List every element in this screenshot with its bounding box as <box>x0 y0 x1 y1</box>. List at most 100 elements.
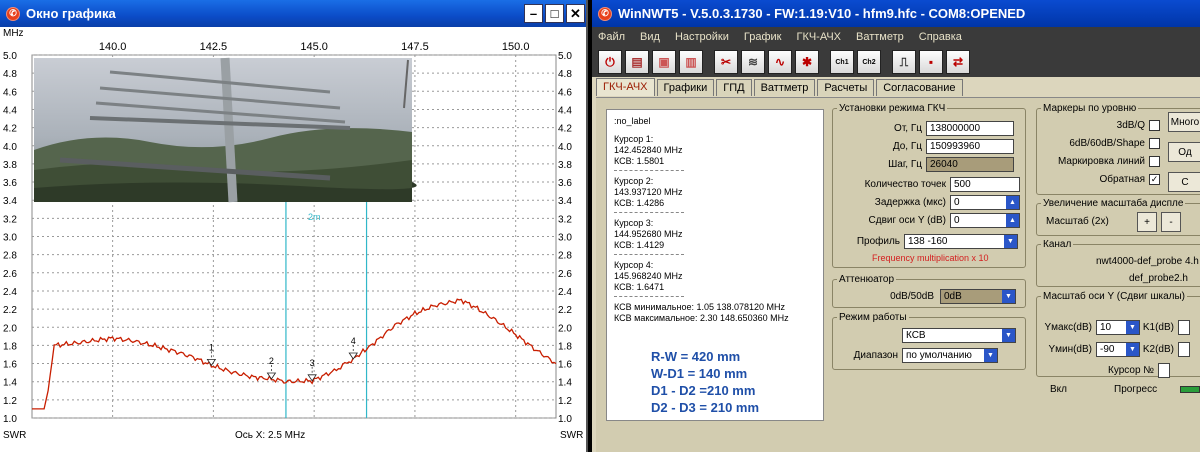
ymin-spinbox[interactable]: -90 ▼ <box>1096 342 1140 357</box>
attenuator-row: 0dB/50dB 0dB ▼ <box>836 289 1016 304</box>
image-save-icon[interactable]: ▥ <box>679 50 703 74</box>
k1-input[interactable] <box>1178 320 1190 335</box>
yshift-spinbox[interactable]: 0 ▲ <box>950 213 1020 228</box>
ymax-spinbox[interactable]: 10 ▼ <box>1096 320 1140 335</box>
range-label: Диапазон <box>853 350 898 361</box>
app-titlebar[interactable]: ✆ WinNWT5 - V.5.0.3.1730 - FW:1.19:V10 -… <box>592 0 1200 27</box>
points-input[interactable]: 500 <box>950 177 1020 192</box>
dimension-line: D1 - D2 =210 mm <box>651 383 756 398</box>
marker-checkbox[interactable] <box>1149 138 1160 149</box>
info-line: КСВ: 1.6471 <box>614 282 665 292</box>
info-line: 144.952680 MHz <box>614 229 683 239</box>
chevron-down-icon[interactable]: ▼ <box>984 349 997 362</box>
sweep-icon[interactable]: ∿ <box>768 50 792 74</box>
y-tick-left: 5.0 <box>3 51 17 62</box>
y-tick-left: 4.4 <box>3 105 17 116</box>
marker-icon[interactable]: ⎍ <box>892 50 916 74</box>
cursor-info-panel[interactable]: :no_label Курсор 1: 142.452840 MHz КСВ: 1.5… <box>606 109 824 421</box>
step-row: Шаг, Гц 26040 <box>836 157 1014 172</box>
k2-input[interactable] <box>1178 342 1190 357</box>
clear-markers-button[interactable]: С <box>1168 172 1200 192</box>
chevron-down-icon[interactable]: ▼ <box>1004 235 1017 248</box>
to-input[interactable]: 150993960 <box>926 139 1014 154</box>
mode-select[interactable]: КСВ ▼ <box>902 328 1016 343</box>
print-icon[interactable]: ▤ <box>625 50 649 74</box>
zoom-out-button[interactable]: - <box>1161 212 1181 232</box>
cursor-number-input[interactable] <box>1158 363 1171 378</box>
x-tick-label: 142.5 <box>200 41 228 53</box>
tab[interactable]: ГКЧ-АЧХ <box>596 78 655 96</box>
delay-spinbox[interactable]: 0 ▲ <box>950 195 1020 210</box>
info-gap <box>614 127 816 134</box>
attenuator-select[interactable]: 0dB ▼ <box>940 289 1016 304</box>
chevron-down-icon[interactable]: ▼ <box>1002 329 1015 342</box>
image-icon[interactable]: ▣ <box>652 50 676 74</box>
attenuator-legend: Аттенюатор <box>839 274 895 285</box>
x-tick-label: 147.5 <box>401 41 429 53</box>
chevron-down-icon[interactable]: ▼ <box>1126 343 1139 356</box>
from-input[interactable]: 138000000 <box>926 121 1014 136</box>
graph-window: ✆ Окно графика – □ ✕ MHz 2m 1 2 3 4 5.0 … <box>0 0 588 452</box>
tab[interactable]: Расчеты <box>817 79 875 96</box>
marker-label: Маркировка линий <box>1057 156 1145 167</box>
desktop: ✆ Окно графика – □ ✕ MHz 2m 1 2 3 4 5.0 … <box>0 0 1200 452</box>
menu-item[interactable]: Справка <box>919 31 962 43</box>
y-tick-left: 1.0 <box>3 414 17 425</box>
profile-value: 138 -160 <box>908 236 948 247</box>
y-tick-right: 3.2 <box>558 214 572 225</box>
tab[interactable]: ГПД <box>716 79 752 96</box>
tab[interactable]: Ваттметр <box>753 79 816 96</box>
y-tick-left: 2.0 <box>3 323 17 334</box>
y-tick-right: 1.0 <box>558 414 572 425</box>
points-label: Количество точек <box>864 179 946 190</box>
marker-checkbox[interactable] <box>1149 120 1160 131</box>
range-select[interactable]: по умолчанию ▼ <box>902 348 998 363</box>
ch2-icon[interactable]: Ch2 <box>857 50 881 74</box>
dimension-line: W-D1 = 140 mm <box>651 366 748 381</box>
one-marker-button[interactable]: Од <box>1168 142 1200 162</box>
attenuator-value: 0dB <box>944 291 962 302</box>
winnwt-window: ✆ WinNWT5 - V.5.0.3.1730 - FW:1.19:V10 -… <box>592 0 1200 452</box>
menu-item[interactable]: Настройки <box>675 31 729 43</box>
menu-bar: Файл Вид Настройки График ГКЧ-АЧХ Ваттметр Спр… <box>592 27 1200 47</box>
tab[interactable]: Согласование <box>876 79 963 96</box>
zoom-in-button[interactable]: + <box>1137 212 1157 232</box>
menu-item[interactable]: Файл <box>598 31 625 43</box>
menu-item[interactable]: ГКЧ-АЧХ <box>796 31 841 43</box>
many-markers-button[interactable]: Много <box>1168 112 1200 132</box>
save-icon[interactable]: ▪ <box>919 50 943 74</box>
chevron-down-icon[interactable]: ▼ <box>1002 290 1015 303</box>
menu-item[interactable]: График <box>744 31 782 43</box>
menu-item[interactable]: Вид <box>640 31 660 43</box>
spin-icon[interactable]: ▲ <box>1006 196 1019 209</box>
y-tick-left: 4.2 <box>3 124 17 135</box>
chevron-down-icon[interactable]: ▼ <box>1126 321 1139 334</box>
step-label: Шаг, Гц <box>888 159 922 170</box>
power-icon[interactable]: ⏻ <box>598 50 622 74</box>
tools-icon[interactable]: ✱ <box>795 50 819 74</box>
ch1-icon[interactable]: Ch1 <box>830 50 854 74</box>
toolbar: ⏻ ▤ ▣ ▥ ✂ ≋ ∿ ✱ Ch1 Ch2 ⎍ ▪ ⇄ <box>592 47 1200 77</box>
y-right-axis-label: SWR <box>560 430 584 441</box>
spin-icon[interactable]: ▲ <box>1006 214 1019 227</box>
yshift-row: Сдвиг оси Y (dB) 0 ▲ <box>836 213 1020 228</box>
y-tick-left: 3.4 <box>3 196 17 207</box>
swap-icon[interactable]: ⇄ <box>946 50 970 74</box>
y-tick-right: 3.0 <box>558 233 572 244</box>
marker-checkbox[interactable] <box>1149 156 1160 167</box>
y-tick-right: 1.8 <box>558 341 572 352</box>
antenna-dimensions: R-W = 420 mm W-D1 = 140 mm D1 - D2 =210 mm… <box>651 348 759 416</box>
info-line: КСВ максимальное: 2.30 148.650360 MHz <box>614 313 789 323</box>
profile-select[interactable]: 138 -160 ▼ <box>904 234 1018 249</box>
tab[interactable]: Графики <box>656 79 715 96</box>
ymax-value: 10 <box>1100 322 1112 333</box>
menu-item[interactable]: Ваттметр <box>856 31 904 43</box>
tab-bar: ГКЧ-АЧХ Графики ГПД Ваттметр Расчеты Согласов… <box>596 78 965 97</box>
info-line: :no_label <box>614 116 651 126</box>
info-line: 143.937120 MHz <box>614 187 683 197</box>
marker-checkbox[interactable]: ✓ <box>1149 174 1160 185</box>
scissors-icon[interactable]: ✂ <box>714 50 738 74</box>
chart-icon[interactable]: ≋ <box>741 50 765 74</box>
marker-row-1: 6dB/60dB/Shape <box>1040 138 1160 149</box>
swr-plot[interactable]: 2m 1 2 3 4 5.0 5.0 4.8 4.8 4.6 4.6 4.4 4.4 4.2 4.2 4.… <box>0 0 586 452</box>
